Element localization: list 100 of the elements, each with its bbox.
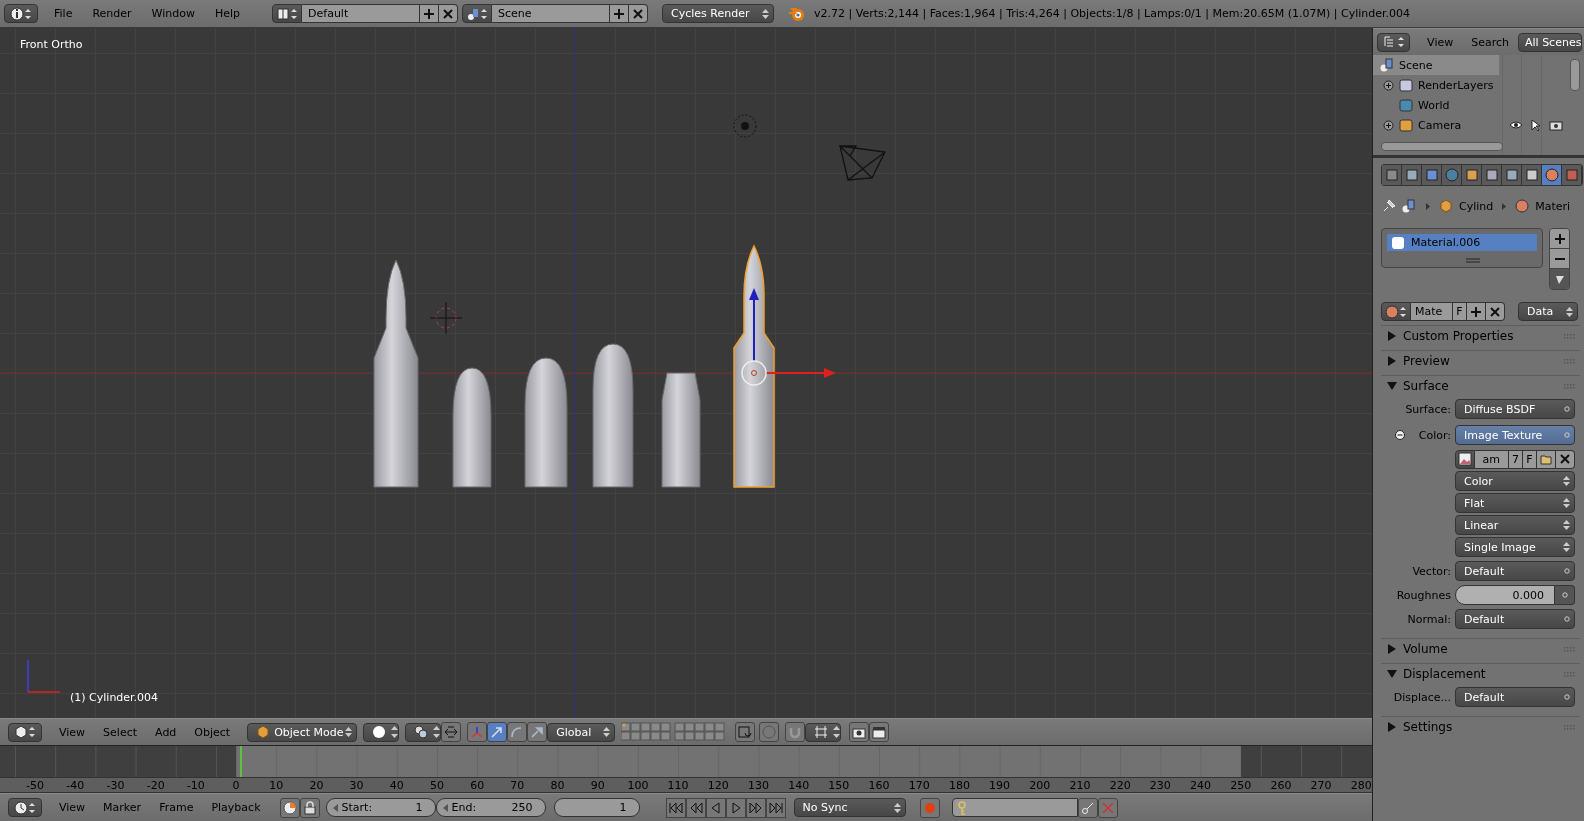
option-dropdown[interactable]: Linear (1455, 515, 1575, 535)
start-frame-field[interactable]: Start: 1 (325, 798, 436, 817)
bullet-model[interactable] (524, 357, 568, 488)
socket-icon[interactable] (1555, 585, 1575, 605)
snap-element-dropdown[interactable] (805, 722, 842, 742)
pin-icon[interactable] (1381, 198, 1397, 214)
jump-start-icon[interactable] (665, 797, 686, 818)
material-slot[interactable]: Material.006 (1387, 234, 1537, 251)
rotate-manipulator-icon[interactable] (507, 722, 528, 742)
link-dropdown[interactable]: Data (1518, 302, 1578, 321)
option-dropdown[interactable]: Color (1455, 471, 1575, 491)
menu-item[interactable]: File (44, 7, 83, 20)
image-browse-button[interactable] (1455, 449, 1475, 469)
editor-type-button[interactable] (8, 798, 42, 817)
outliner-item[interactable]: Camera (1373, 115, 1569, 135)
collapse-icon[interactable] (1394, 430, 1405, 440)
scrollbar[interactable] (1381, 142, 1503, 151)
constraints-tab[interactable] (1482, 165, 1502, 185)
panel-header[interactable]: Displacement (1381, 664, 1580, 684)
editor-type-button[interactable] (1377, 32, 1411, 52)
translate-manipulator-icon[interactable] (487, 722, 508, 742)
camera-icon[interactable] (1549, 119, 1563, 131)
next-keyframe-icon[interactable] (745, 797, 766, 818)
menu-item[interactable]: Add (146, 725, 186, 739)
end-frame-field[interactable]: End: 250 (435, 798, 546, 817)
manipulator-toggle-icon[interactable] (467, 722, 488, 742)
decrement-arrow-icon[interactable] (332, 803, 338, 812)
option-dropdown[interactable]: Single Image (1455, 537, 1575, 557)
drag-handle-icon[interactable] (1564, 358, 1576, 364)
scrollbar[interactable] (1570, 59, 1580, 91)
add-icon[interactable] (1550, 229, 1569, 249)
close-icon[interactable] (629, 4, 649, 23)
disclosure-triangle-icon[interactable] (1387, 669, 1397, 679)
drag-handle-icon[interactable] (1564, 724, 1576, 730)
transform-gizmo[interactable] (741, 288, 836, 386)
cursor-icon[interactable] (1529, 119, 1543, 131)
input-socket-button[interactable]: Image Texture (1455, 425, 1575, 445)
editor-type-button[interactable] (8, 722, 42, 742)
lock-icon[interactable] (299, 797, 320, 818)
expand-icon[interactable] (1383, 119, 1394, 131)
panel-header[interactable]: Volume (1381, 639, 1580, 659)
data-tab[interactable] (1522, 165, 1542, 185)
breadcrumb-item[interactable]: Materi (1535, 199, 1571, 213)
current-frame-field[interactable]: 1 (553, 798, 640, 817)
mode-dropdown[interactable]: Object Mode (247, 722, 358, 742)
drag-handle-icon[interactable] (1564, 646, 1576, 652)
play-reverse-icon[interactable] (705, 797, 726, 818)
panel-header[interactable]: Preview (1381, 351, 1580, 371)
3d-viewport[interactable]: Front Ortho (1) Cylinder.004 (0, 28, 1372, 718)
close-icon[interactable] (1486, 302, 1505, 321)
jump-end-icon[interactable] (765, 797, 786, 818)
insert-keyframe-icon[interactable] (1077, 797, 1098, 818)
specials-menu-icon[interactable] (1550, 269, 1569, 289)
scale-manipulator-icon[interactable] (527, 722, 548, 742)
menu-item[interactable]: Window (141, 7, 205, 20)
editor-type-button[interactable] (4, 4, 38, 23)
bullet-model[interactable] (452, 367, 492, 488)
image-name-field[interactable]: am (1474, 449, 1509, 469)
clapperboard-icon[interactable] (869, 722, 890, 742)
menu-item[interactable]: View (50, 801, 95, 814)
disclosure-triangle-icon[interactable] (1387, 722, 1397, 732)
screen-layout-button[interactable] (272, 4, 303, 23)
sync-dropdown[interactable]: No Sync (793, 798, 906, 817)
menu-item[interactable]: Help (204, 7, 251, 20)
menu-item[interactable]: Frame (150, 801, 203, 814)
object-tab[interactable] (1462, 165, 1482, 185)
previous-keyframe-icon[interactable] (685, 797, 706, 818)
fake-user-button[interactable]: F (1453, 302, 1467, 321)
add-icon[interactable] (1467, 302, 1486, 321)
texture-tab[interactable] (1562, 165, 1582, 185)
decrement-arrow-icon[interactable] (442, 803, 448, 812)
orientation-dropdown[interactable]: Global (547, 722, 616, 742)
resize-handle-icon[interactable] (1466, 258, 1480, 264)
scene-tab[interactable] (1422, 165, 1442, 185)
disclosure-triangle-icon[interactable] (1387, 381, 1397, 391)
breadcrumb-item[interactable]: Cylind (1459, 199, 1494, 213)
drag-handle-icon[interactable] (1564, 333, 1576, 339)
image-option-button[interactable]: 7 (1509, 449, 1523, 469)
drag-handle-icon[interactable] (1564, 671, 1576, 677)
image-option-button[interactable]: F (1523, 449, 1537, 469)
number-field[interactable]: 0.000 (1455, 585, 1555, 605)
input-socket-button[interactable]: Default (1455, 609, 1575, 629)
drag-handle-icon[interactable] (1564, 383, 1576, 389)
world-tab[interactable] (1442, 165, 1462, 185)
input-socket-button[interactable]: Default (1455, 561, 1575, 581)
preview-range-icon[interactable] (279, 797, 300, 818)
material-name-field[interactable]: Mate (1411, 302, 1453, 321)
render-tab[interactable] (1382, 165, 1402, 185)
material-tab[interactable] (1542, 165, 1562, 185)
render-still-icon[interactable] (849, 722, 870, 742)
scene-field[interactable]: Scene (492, 4, 611, 23)
bullet-model[interactable] (661, 372, 701, 488)
magnet-icon[interactable] (785, 722, 806, 742)
add-icon[interactable] (420, 4, 440, 23)
menu-item[interactable]: Search (1462, 35, 1518, 49)
bullet-model[interactable] (733, 245, 775, 488)
outliner-item[interactable]: Scene (1373, 55, 1499, 75)
layout-field[interactable]: Default (302, 4, 421, 23)
menu-item[interactable]: View (50, 725, 95, 739)
pivot-dropdown[interactable] (405, 722, 442, 742)
